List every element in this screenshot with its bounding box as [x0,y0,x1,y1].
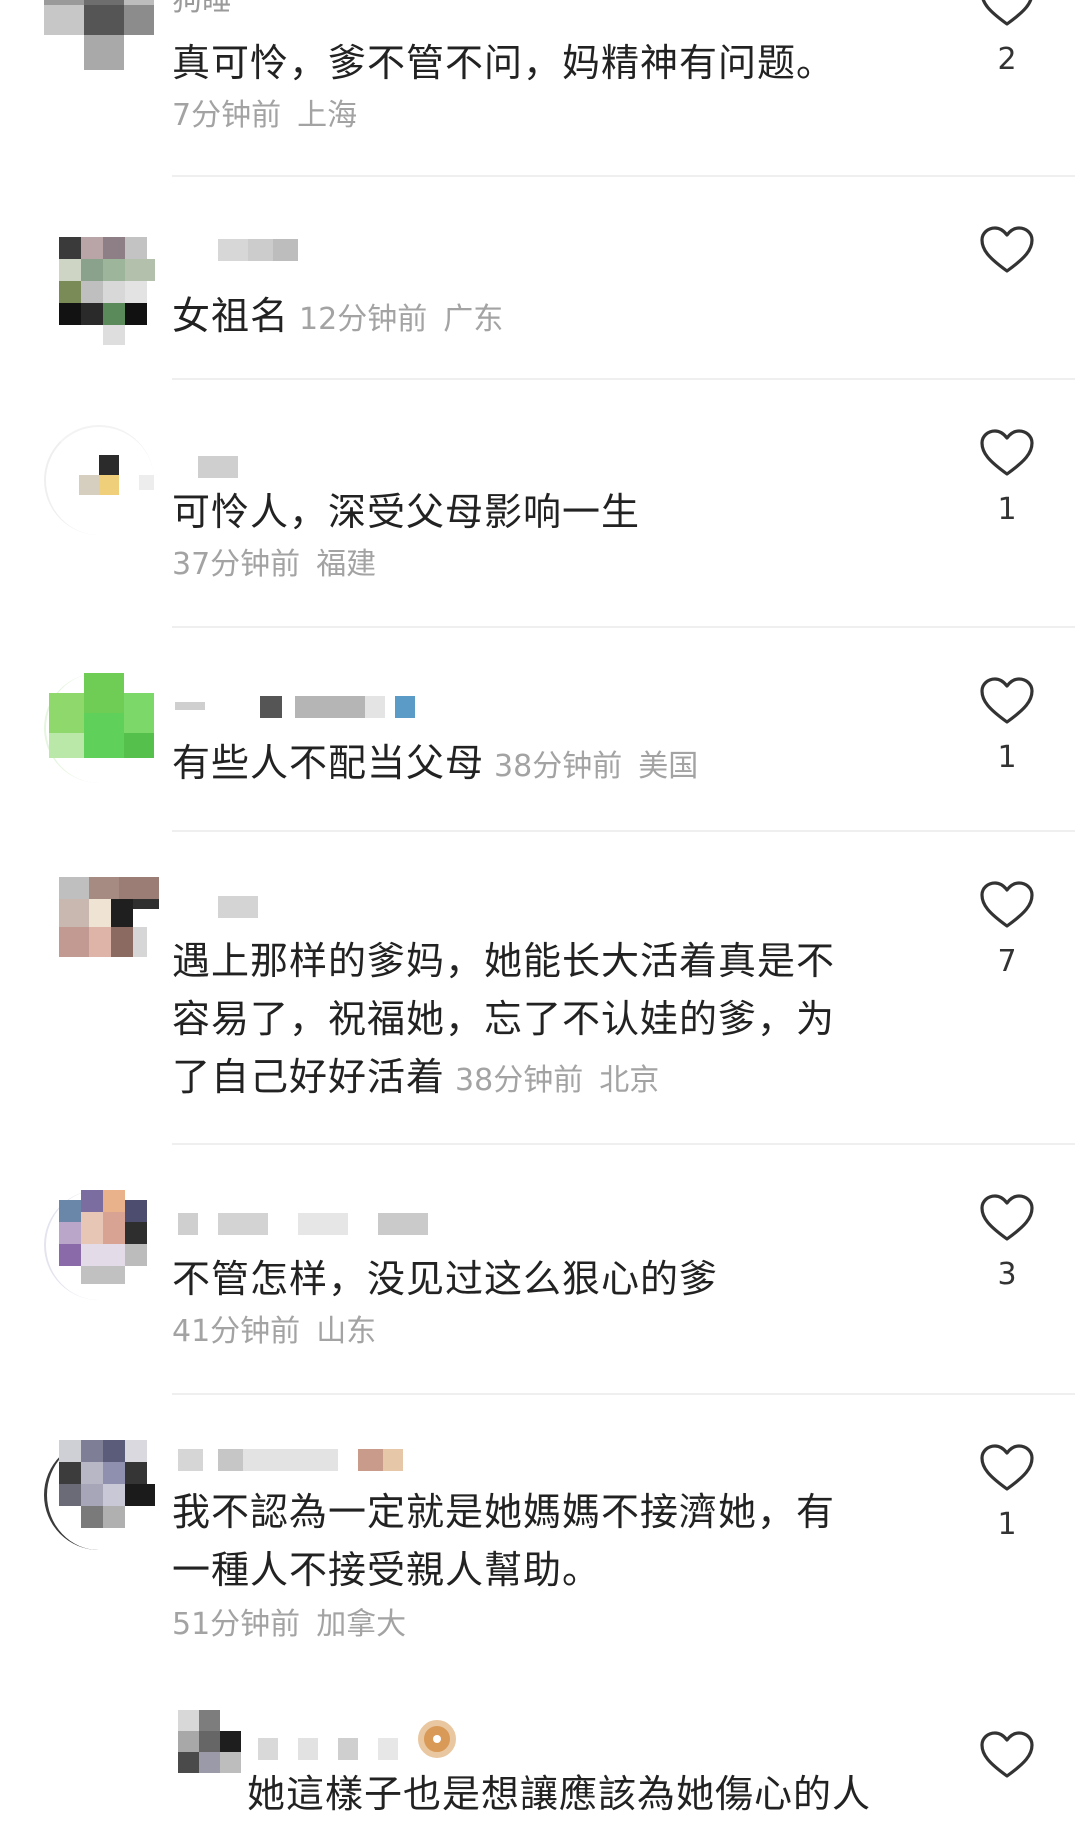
heart-outline-icon [980,677,1034,724]
avatar[interactable] [44,425,154,535]
comment-item: 女祖名 12分钟前 广东 [0,177,1075,377]
like-count: 3 [997,1257,1017,1292]
heart-outline-icon [980,881,1034,928]
comment-location: 美国 [638,749,699,784]
heart-outline-icon [980,1731,1034,1778]
comment-time: 37分钟前 [172,547,301,582]
comment-location: 北京 [599,1063,660,1098]
heart-outline-icon [980,226,1034,273]
like-count: 7 [997,944,1017,979]
like-button[interactable]: 3 [978,1193,1036,1293]
comment-text: 女祖名 12分钟前 广东 [172,294,504,338]
comment-text: 她這樣子也是想讓應該為她傷心的人 [247,1772,872,1816]
emoji-donut-icon [418,1720,456,1758]
like-count: 1 [997,492,1017,527]
comment-item: 遇上那样的爹妈，她能长大活着真是不 容易了，祝福她，忘了不认娃的爹，为 了自己好… [0,832,1075,1142]
like-count: 1 [997,1507,1017,1542]
comment-location: 福建 [316,547,377,582]
comment-time: 41分钟前 [172,1314,301,1349]
comment-meta: 12分钟前 广东 [299,302,503,337]
comment-location: 山东 [316,1314,377,1349]
comment-item: 狗睡 真可怜，爹不管不问，妈精神有问题。 7分钟前 上海 2 [0,0,1075,175]
like-button[interactable]: 1 [978,1443,1036,1543]
avatar[interactable] [44,1440,155,1550]
like-button[interactable]: 1 [978,676,1036,776]
heart-outline-icon [981,0,1033,26]
comment-time: 38分钟前 [494,749,623,784]
like-count: 2 [997,42,1017,77]
comment-list: 狗睡 真可怜，爹不管不问，妈精神有问题。 7分钟前 上海 2 女祖名 12分钟前… [0,0,1075,1827]
comment-location: 上海 [297,98,358,133]
comment-text: 可怜人，深受父母影响一生 [172,490,641,534]
comment-meta: 38分钟前 北京 [455,1063,659,1098]
avatar[interactable] [44,237,155,347]
username[interactable]: 狗睡 [172,0,232,16]
avatar[interactable] [44,673,154,783]
comment-text: 真可怜，爹不管不问，妈精神有问题。 [172,41,836,85]
heart-outline-icon [980,1444,1034,1491]
reply-item: 她這樣子也是想讓應該為她傷心的人 [0,1700,1075,1827]
like-button[interactable] [978,1730,1036,1827]
like-count [978,1794,1036,1827]
heart-outline-icon [980,1194,1034,1241]
avatar[interactable] [178,1710,242,1774]
comment-time: 12分钟前 [299,302,428,337]
comment-meta: 41分钟前 山东 [172,1312,376,1352]
comment-meta: 38分钟前 美国 [494,749,698,784]
comment-meta: 37分钟前 福建 [172,545,376,585]
avatar[interactable] [44,1190,154,1300]
avatar[interactable] [44,0,154,75]
comment-location: 广东 [443,302,504,337]
comment-item: 可怜人，深受父母影响一生 37分钟前 福建 1 [0,380,1075,625]
comment-text: 遇上那样的爹妈，她能长大活着真是不 容易了，祝福她，忘了不认娃的爹，为 了自己好… [172,939,836,1099]
comment-time: 38分钟前 [455,1063,584,1098]
comment-meta: 7分钟前 上海 [172,96,357,136]
like-count: 1 [997,740,1017,775]
comment-text: 我不認為一定就是她媽媽不接濟她，有 一種人不接受親人幫助。 [172,1490,836,1592]
comment-meta: 51分钟前 加拿大 [172,1605,406,1645]
comment-item: 有些人不配当父母 38分钟前 美国 1 [0,628,1075,828]
like-button[interactable]: 2 [978,0,1036,78]
like-count [978,289,1036,325]
comment-time: 7分钟前 [172,98,282,133]
heart-outline-icon [980,429,1034,476]
like-button[interactable]: 7 [978,880,1036,980]
avatar[interactable] [44,877,159,987]
comment-text: 有些人不配当父母 38分钟前 美国 [172,741,699,785]
like-button[interactable]: 1 [978,428,1036,528]
comment-location: 加拿大 [316,1607,407,1642]
like-button[interactable] [978,225,1036,325]
comment-item: 我不認為一定就是她媽媽不接濟她，有 一種人不接受親人幫助。 51分钟前 加拿大 1 [0,1395,1075,1700]
comment-time: 51分钟前 [172,1607,301,1642]
comment-text: 不管怎样，没见过这么狠心的爹 [172,1257,719,1301]
comment-item: 不管怎样，没见过这么狠心的爹 41分钟前 山东 3 [0,1145,1075,1393]
